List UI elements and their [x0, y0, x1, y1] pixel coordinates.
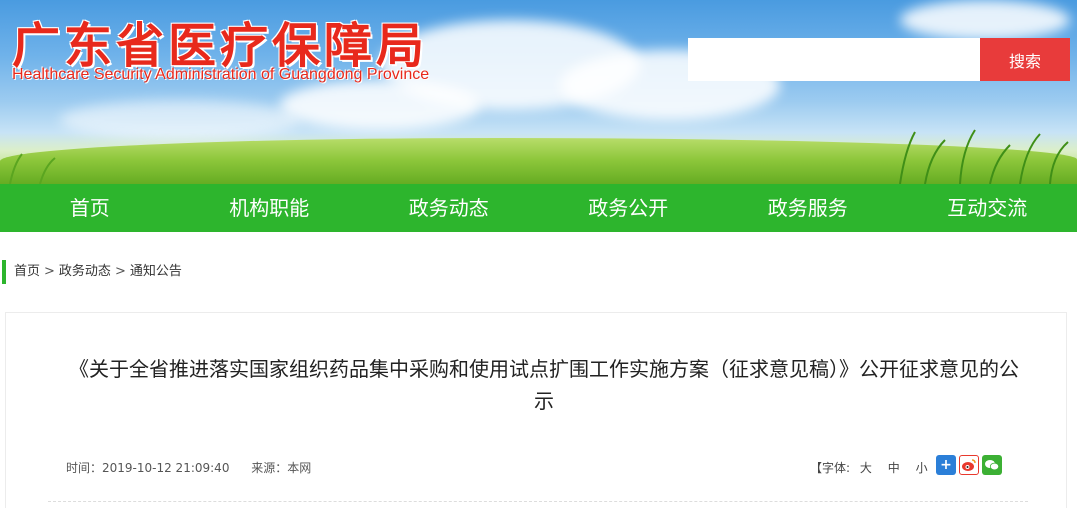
breadcrumb-news[interactable]: 政务动态: [59, 264, 111, 279]
nav-item-organization[interactable]: 机构职能: [180, 184, 360, 232]
publish-time: 时间：2019-10-12 21:09:40: [66, 461, 230, 475]
breadcrumb-separator: >: [114, 264, 126, 279]
font-medium-button[interactable]: 中: [888, 461, 900, 475]
breadcrumb-separator: >: [44, 264, 55, 279]
nav-item-home[interactable]: 首页: [0, 184, 180, 232]
plus-share-icon[interactable]: +: [936, 455, 956, 475]
nav-item-disclosure[interactable]: 政务公开: [539, 184, 719, 232]
grass-blades-decoration: [9, 129, 1069, 184]
wechat-icon[interactable]: [982, 455, 1002, 475]
nav-item-news[interactable]: 政务动态: [359, 184, 539, 232]
font-size-label: 【字体:: [810, 461, 851, 475]
font-large-button[interactable]: 大: [860, 461, 872, 475]
breadcrumb: 首页 > 政务动态 > 通知公告: [2, 260, 182, 284]
weibo-icon[interactable]: [959, 455, 979, 475]
site-subtitle: Healthcare Security Administration of Gu…: [12, 66, 430, 83]
search-input[interactable]: [688, 38, 980, 81]
font-size-control: 【字体: 大 中 小 】: [810, 459, 949, 476]
article-meta: 时间：2019-10-12 21:09:40 来源：本网: [66, 459, 311, 476]
font-small-button[interactable]: 小: [916, 461, 928, 475]
search-button[interactable]: 搜索: [980, 38, 1070, 81]
article-title: 《关于全省推进落实国家组织药品集中采购和使用试点扩围工作实施方案（征求意见稿）》…: [69, 357, 1019, 413]
nav-item-services[interactable]: 政务服务: [718, 184, 898, 232]
breadcrumb-notices[interactable]: 通知公告: [130, 264, 182, 279]
content-divider: [48, 501, 1028, 502]
main-nav: 首页 机构职能 政务动态 政务公开 政务服务 互动交流: [0, 184, 1077, 232]
article-panel: 《关于全省推进落实国家组织药品集中采购和使用试点扩围工作实施方案（征求意见稿）》…: [5, 312, 1067, 508]
nav-item-interaction[interactable]: 互动交流: [898, 184, 1077, 232]
header-banner: 广东省医疗保障局 Healthcare Security Administrat…: [0, 0, 1077, 184]
article-source: 来源：本网: [251, 461, 312, 475]
breadcrumb-home[interactable]: 首页: [14, 264, 40, 279]
cloud-decoration: [900, 0, 1070, 40]
share-bar: +: [936, 455, 1002, 475]
